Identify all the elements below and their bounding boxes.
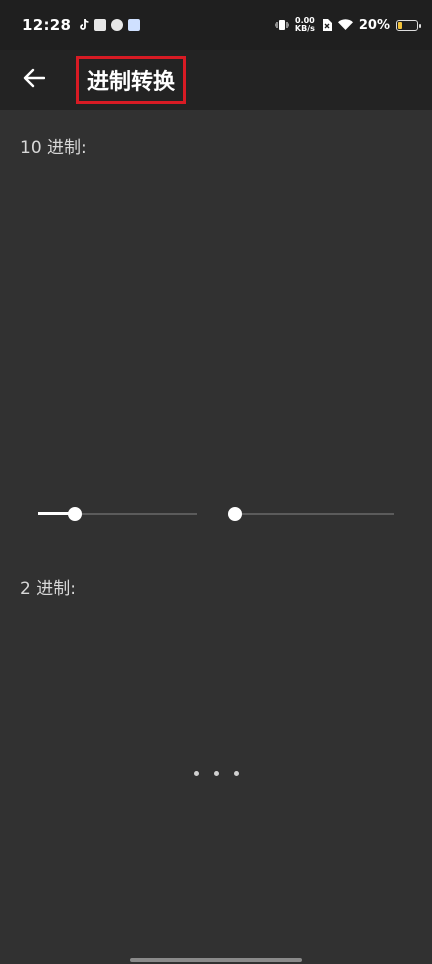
slider-track	[235, 513, 394, 515]
decimal-label: 10 进制:	[20, 138, 87, 158]
dot	[234, 771, 239, 776]
loading-dots	[194, 771, 239, 776]
battery-percent: 20%	[358, 17, 390, 33]
status-right: 0.00 KB/s 20%	[274, 16, 421, 35]
slider-thumb[interactable]	[67, 507, 82, 521]
slider-2[interactable]	[228, 503, 394, 525]
binary-label: 2 进制:	[20, 579, 76, 599]
tiktok-icon	[79, 16, 89, 35]
app-bar: 进制转换	[0, 50, 432, 110]
net-speed-unit: KB/s	[294, 24, 315, 33]
slider-1[interactable]	[38, 503, 197, 525]
notification-icons	[79, 16, 141, 35]
battery-icon	[396, 19, 421, 31]
battery-fill	[398, 21, 402, 29]
no-sim-icon	[321, 16, 332, 35]
dot	[194, 771, 199, 776]
dot	[214, 771, 219, 776]
title-highlight-box: 进制转换	[76, 56, 187, 104]
slider-thumb[interactable]	[228, 507, 242, 521]
inbox-icon	[94, 19, 107, 31]
back-button[interactable]	[4, 50, 64, 110]
status-time: 12:28	[22, 16, 72, 34]
status-bar: 12:28 0.00 KB/s 20%	[0, 0, 432, 50]
app-notification-icon	[128, 19, 141, 31]
page-title: 进制转换	[87, 70, 176, 95]
network-speed: 0.00 KB/s	[295, 17, 315, 33]
wifi-icon	[337, 16, 353, 35]
vibrate-icon	[274, 16, 290, 35]
home-indicator[interactable]	[130, 958, 302, 962]
sync-app-icon	[111, 19, 124, 31]
arrow-left-icon	[23, 68, 46, 92]
